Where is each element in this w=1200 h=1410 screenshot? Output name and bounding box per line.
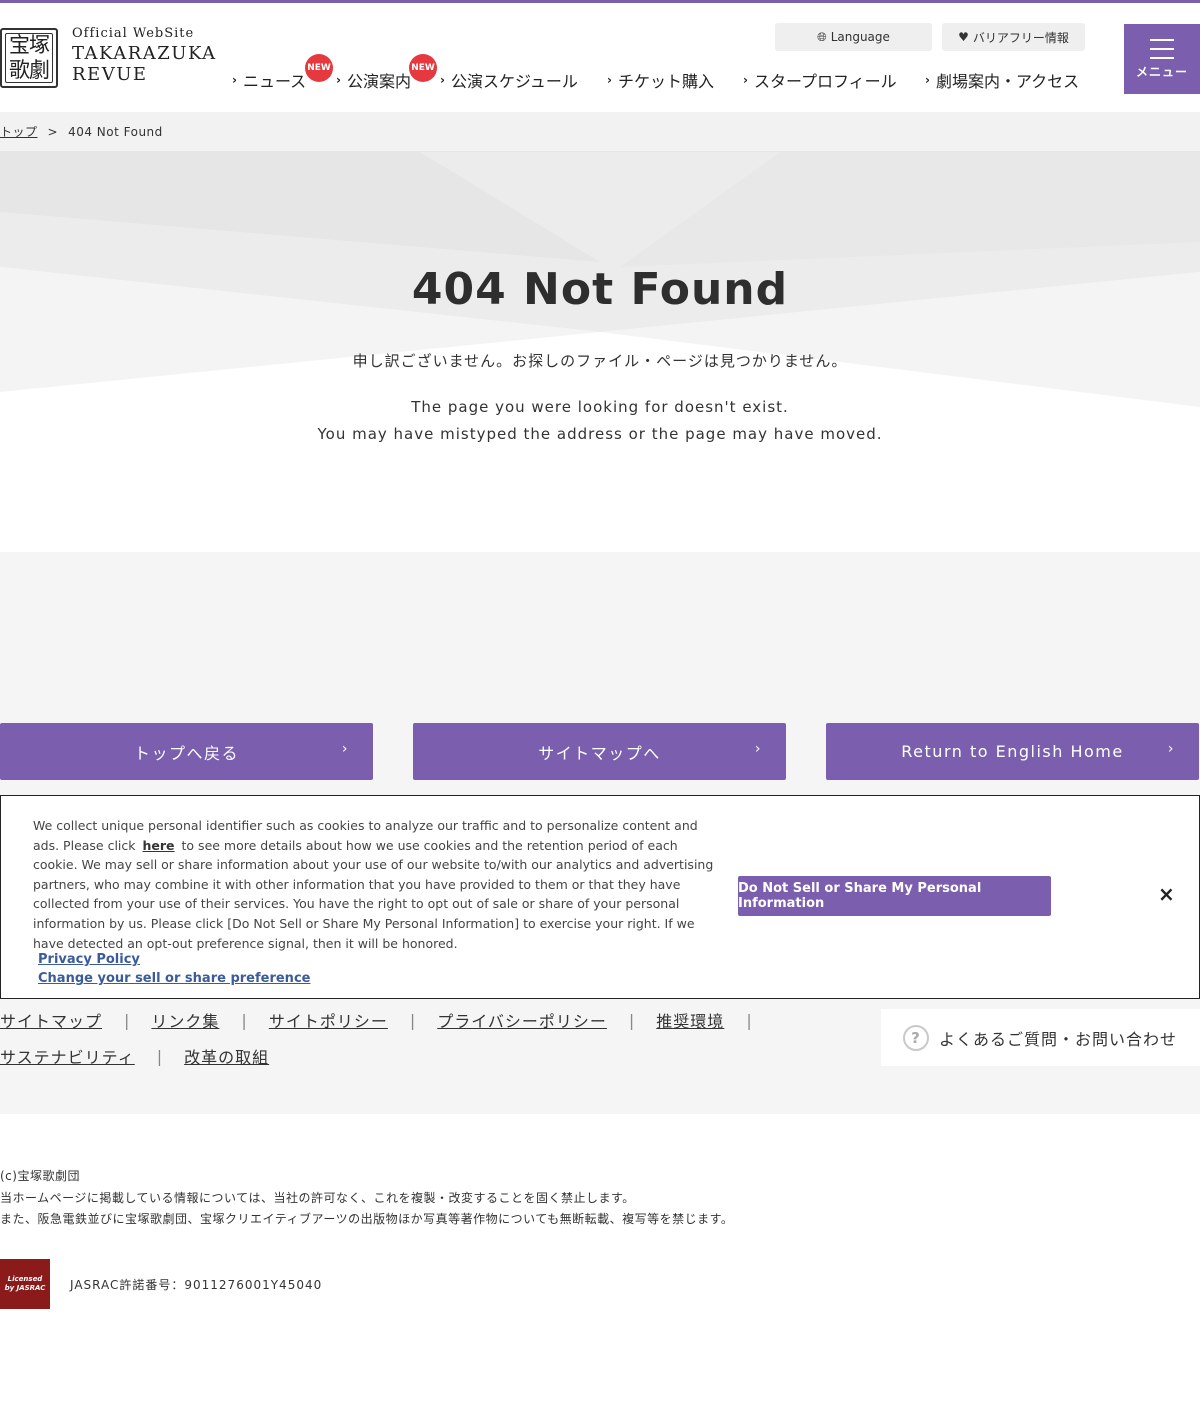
chevron-right-icon: › [1167, 741, 1175, 757]
faq-contact-button[interactable]: ? よくあるご質問・お問い合わせ [881, 1009, 1200, 1066]
change-preference-link[interactable]: Change your sell or share preference [38, 971, 310, 986]
chevron-right-icon: › [336, 73, 341, 87]
new-badge: NEW [305, 54, 333, 82]
nav-item-schedule[interactable]: › 公演スケジュール [440, 68, 578, 92]
logo-mark-line1: 宝塚 [9, 33, 50, 57]
hamburger-icon [1150, 38, 1174, 59]
nav-item-star-profile[interactable]: › スタープロフィール [743, 68, 897, 92]
footer-link-privacy-policy[interactable]: プライバシーポリシー [437, 1008, 607, 1032]
barrier-free-label: バリアフリー情報 [972, 30, 1069, 45]
chevron-right-icon: › [232, 73, 237, 87]
chevron-right-icon: › [743, 73, 748, 87]
barrier-free-button[interactable]: ♥ バリアフリー情報 [942, 23, 1085, 51]
cookie-here-link[interactable]: here [143, 838, 175, 853]
jasrac-number: JASRAC許諾番号：9011276001Y45040 [70, 1278, 323, 1292]
nav-item-label: ニュース [242, 72, 307, 91]
language-label: Language [830, 30, 890, 44]
do-not-sell-button[interactable]: Do Not Sell or Share My Personal Informa… [738, 876, 1051, 916]
cta-label: Return to English Home [901, 742, 1124, 761]
footer-link-recommended-env[interactable]: 推奨環境 [656, 1008, 724, 1032]
error-message-en-2: You may have mistyped the address or the… [317, 425, 883, 443]
footer-separator: | [241, 1010, 247, 1030]
logo-mark-line2: 歌劇 [9, 58, 50, 82]
error-title: 404 Not Found [411, 264, 789, 315]
cta-label: サイトマップへ [538, 743, 661, 763]
chevron-right-icon: › [754, 741, 762, 757]
nav-item-label: 公演スケジュール [450, 72, 578, 91]
logo-name-line2: REVUE [72, 64, 148, 85]
footer-separator: | [746, 1010, 752, 1030]
error-message-en-1: The page you were looking for doesn't ex… [411, 398, 789, 416]
footer-links-row: サステナビリティ | 改革の取組 [0, 1044, 269, 1068]
copyright-block: (c)宝塚歌劇団 当ホームページに掲載している情報については、当社の許可なく、こ… [0, 1166, 733, 1231]
nav-item-news[interactable]: › ニュース [232, 68, 306, 92]
footer-separator: | [409, 1010, 416, 1030]
chevron-right-icon: › [341, 741, 349, 757]
nav-item-performances[interactable]: › 公演案内 [336, 68, 411, 92]
jasrac-logo-text: Licensed by JASRAC [4, 1275, 46, 1292]
close-icon[interactable]: × [1158, 882, 1175, 906]
footer-link-sustainability[interactable]: サステナビリティ [0, 1044, 135, 1068]
menu-label: メニュー [1135, 64, 1188, 79]
chevron-right-icon: › [925, 73, 930, 87]
new-badge: NEW [409, 54, 437, 82]
copyright-notice-1: 当ホームページに掲載している情報については、当社の許可なく、これを複製・改変する… [0, 1190, 635, 1205]
logo-mark[interactable]: 宝塚 歌劇 [0, 28, 58, 88]
logo-name-line1: TAKARAZUKA [72, 43, 217, 64]
jasrac-logo: Licensed by JASRAC [0, 1259, 50, 1309]
footer-separator: | [628, 1010, 635, 1030]
error-message-jp: 申し訳ございません。お探しのファイル・ページは見つかりません。 [352, 352, 848, 370]
logo-official: Official WebSite [72, 26, 195, 41]
footer-separator: | [124, 1010, 130, 1030]
site-header: 宝塚 歌劇 Official WebSite TAKARAZUKA REVUE … [0, 3, 1200, 112]
nav-item-label: 公演案内 [346, 72, 411, 91]
breadcrumb-separator: > [47, 124, 59, 139]
chevron-right-icon: › [607, 73, 612, 87]
nav-item-label: チケット購入 [617, 72, 714, 91]
privacy-policy-link[interactable]: Privacy Policy [38, 952, 140, 967]
logo-text[interactable]: Official WebSite TAKARAZUKA REVUE [72, 25, 217, 85]
footer-separator: | [156, 1046, 163, 1066]
breadcrumb: トップ > 404 Not Found [0, 112, 1200, 152]
error-hero: 404 Not Found 申し訳ございません。お探しのファイル・ページは見つか… [0, 152, 1200, 552]
faq-label: よくあるご質問・お問い合わせ [939, 1029, 1178, 1049]
nav-item-theater-access[interactable]: › 劇場案内・アクセス [925, 68, 1079, 92]
menu-button[interactable]: メニュー [1124, 24, 1200, 94]
cta-label: トップへ戻る [133, 743, 239, 763]
footer-link-site-policy[interactable]: サイトポリシー [269, 1008, 388, 1032]
chevron-right-icon: › [440, 73, 445, 87]
nav-item-label: スタープロフィール [753, 72, 897, 91]
copyright-notice-2: また、阪急電鉄並びに宝塚歌劇団、宝塚クリエイティブアーツの出版物ほか写真等著作物… [0, 1212, 734, 1226]
footer-links-row: サイトマップ | リンク集 | サイトポリシー | プライバシーポリシー | 推… [0, 1008, 774, 1032]
copyright: (c)宝塚歌劇団 [0, 1169, 80, 1183]
breadcrumb-current: 404 Not Found [68, 124, 163, 139]
globe-icon: 🌐︎ [817, 29, 827, 44]
sitemap-button[interactable]: サイトマップへ › [413, 723, 786, 780]
footer-link-sitemap[interactable]: サイトマップ [0, 1008, 102, 1032]
cookie-banner: We collect unique personal identifier su… [0, 795, 1200, 999]
cookie-text: We collect unique personal identifier su… [33, 816, 723, 953]
footer-link-links[interactable]: リンク集 [151, 1008, 219, 1032]
back-to-top-button[interactable]: トップへ戻る › [0, 723, 373, 780]
nav-item-label: 劇場案内・アクセス [935, 72, 1080, 91]
footer-link-reform[interactable]: 改革の取組 [184, 1044, 269, 1068]
question-icon: ? [903, 1024, 929, 1051]
heart-icon: ♥ [958, 30, 969, 44]
nav-item-tickets[interactable]: › チケット購入 [607, 68, 714, 92]
english-home-button[interactable]: Return to English Home › [826, 723, 1199, 780]
breadcrumb-home-link[interactable]: トップ [0, 123, 38, 140]
cookie-text-after: to see more details about how we use coo… [33, 837, 714, 951]
language-button[interactable]: 🌐︎ Language [775, 23, 932, 51]
